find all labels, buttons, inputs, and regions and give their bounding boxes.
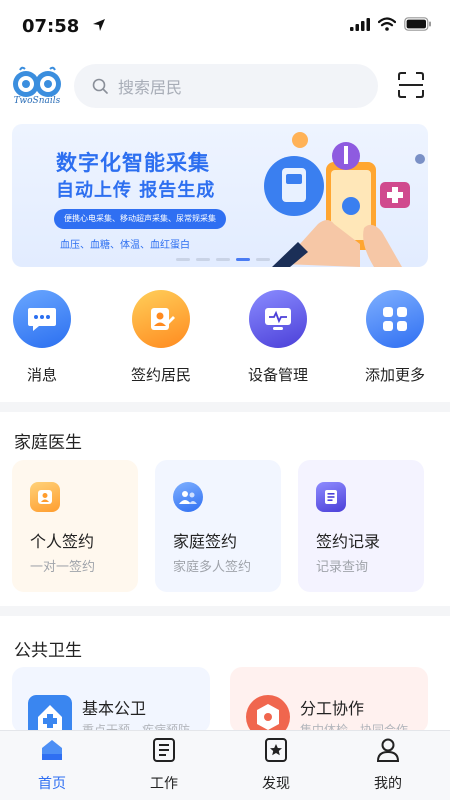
quick-actions: 消息 签约居民 设备管理 添加更多 — [0, 290, 450, 390]
search-placeholder: 搜索居民 — [118, 78, 183, 97]
banner-illustration — [264, 132, 425, 267]
resident-icon — [132, 290, 190, 348]
person-card-icon — [30, 482, 60, 512]
message-icon — [13, 290, 71, 348]
profile-icon — [376, 738, 400, 762]
banner-title: 数字化智能采集 — [56, 151, 210, 175]
card-personal-sign[interactable]: 个人签约 一对一签约 — [12, 460, 138, 592]
banner-subtitle: 自动上传 报告生成 — [56, 180, 216, 201]
card-subtitle: 家庭多人签约 — [173, 560, 252, 575]
card-sign-records[interactable]: 签约记录 记录查询 — [298, 460, 424, 592]
tab-home[interactable]: 首页 — [12, 737, 92, 793]
status-indicators — [350, 17, 432, 31]
carousel-dot[interactable] — [176, 258, 190, 261]
record-icon — [316, 482, 346, 512]
quick-label-add-more: 添加更多 — [364, 366, 425, 384]
tab-label: 发现 — [262, 776, 290, 792]
card-title: 家庭签约 — [173, 532, 238, 551]
search-icon — [92, 78, 108, 94]
carousel-dot[interactable] — [256, 258, 270, 261]
battery-icon — [404, 17, 431, 31]
card-subtitle: 记录查询 — [316, 560, 369, 575]
apps-icon — [366, 290, 424, 348]
bottom-tab-bar: 首页 工作 发现 我的 — [0, 730, 450, 800]
top-bar: TwoSnails 搜索居民 — [0, 58, 450, 116]
carousel-dot[interactable] — [196, 258, 210, 261]
section-title-public-health: 公共卫生 — [14, 641, 82, 661]
discover-icon — [265, 738, 287, 762]
card-title: 签约记录 — [316, 532, 381, 551]
basic-health-icon — [28, 695, 72, 733]
card-subtitle: 一对一签约 — [30, 560, 96, 575]
quick-label-message: 消息 — [26, 366, 57, 384]
card-title: 基本公卫 — [82, 699, 147, 718]
quick-item-devices[interactable]: 设备管理 — [228, 290, 328, 385]
promo-banner[interactable]: 数字化智能采集 自动上传 报告生成 便携心电采集、移动超声采集、尿常规采集 血压… — [12, 124, 428, 267]
section-title-family-doctor: 家庭医生 — [14, 433, 82, 453]
quick-item-residents[interactable]: 签约居民 — [111, 290, 211, 385]
banner-metrics: 血压、血糖、体温、血红蛋白 — [60, 240, 190, 251]
carousel-dot[interactable] — [236, 258, 250, 261]
device-icon — [249, 290, 307, 348]
collaboration-icon — [246, 695, 290, 733]
card-collaboration[interactable]: 分工协作 集中体检、协同合作 — [230, 667, 428, 733]
work-icon — [153, 738, 175, 762]
card-title: 个人签约 — [30, 532, 95, 551]
home-icon — [42, 740, 62, 760]
card-basic-public-health[interactable]: 基本公卫 重点干预、疾病预防 — [12, 667, 210, 733]
tab-label: 工作 — [150, 776, 178, 792]
wifi-icon — [378, 17, 396, 31]
location-arrow-icon — [93, 19, 105, 31]
quick-item-message[interactable]: 消息 — [0, 290, 92, 385]
card-title: 分工协作 — [300, 699, 365, 718]
tab-discover[interactable]: 发现 — [236, 737, 316, 793]
banner-pill: 便携心电采集、移动超声采集、尿常规采集 — [54, 209, 226, 229]
tab-work[interactable]: 工作 — [124, 737, 204, 793]
status-time: 07:58 — [22, 16, 80, 37]
card-family-sign[interactable]: 家庭签约 家庭多人签约 — [155, 460, 281, 592]
tab-label: 我的 — [374, 776, 402, 792]
section-divider — [0, 402, 450, 412]
scan-icon[interactable] — [398, 72, 424, 98]
quick-item-add-more[interactable]: 添加更多 — [345, 290, 445, 385]
search-input[interactable]: 搜索居民 — [74, 64, 378, 108]
signal-icon — [350, 17, 370, 31]
quick-label-residents: 签约居民 — [130, 366, 191, 384]
family-icon — [173, 482, 203, 512]
status-bar: 07:58 — [0, 0, 450, 50]
section-divider — [0, 606, 450, 616]
carousel-dot[interactable] — [216, 258, 230, 261]
quick-label-devices: 设备管理 — [247, 366, 308, 384]
carousel-dots — [176, 258, 270, 261]
tab-label: 首页 — [38, 776, 66, 792]
tab-profile[interactable]: 我的 — [348, 737, 428, 793]
logo-text: TwoSnails — [13, 96, 61, 106]
